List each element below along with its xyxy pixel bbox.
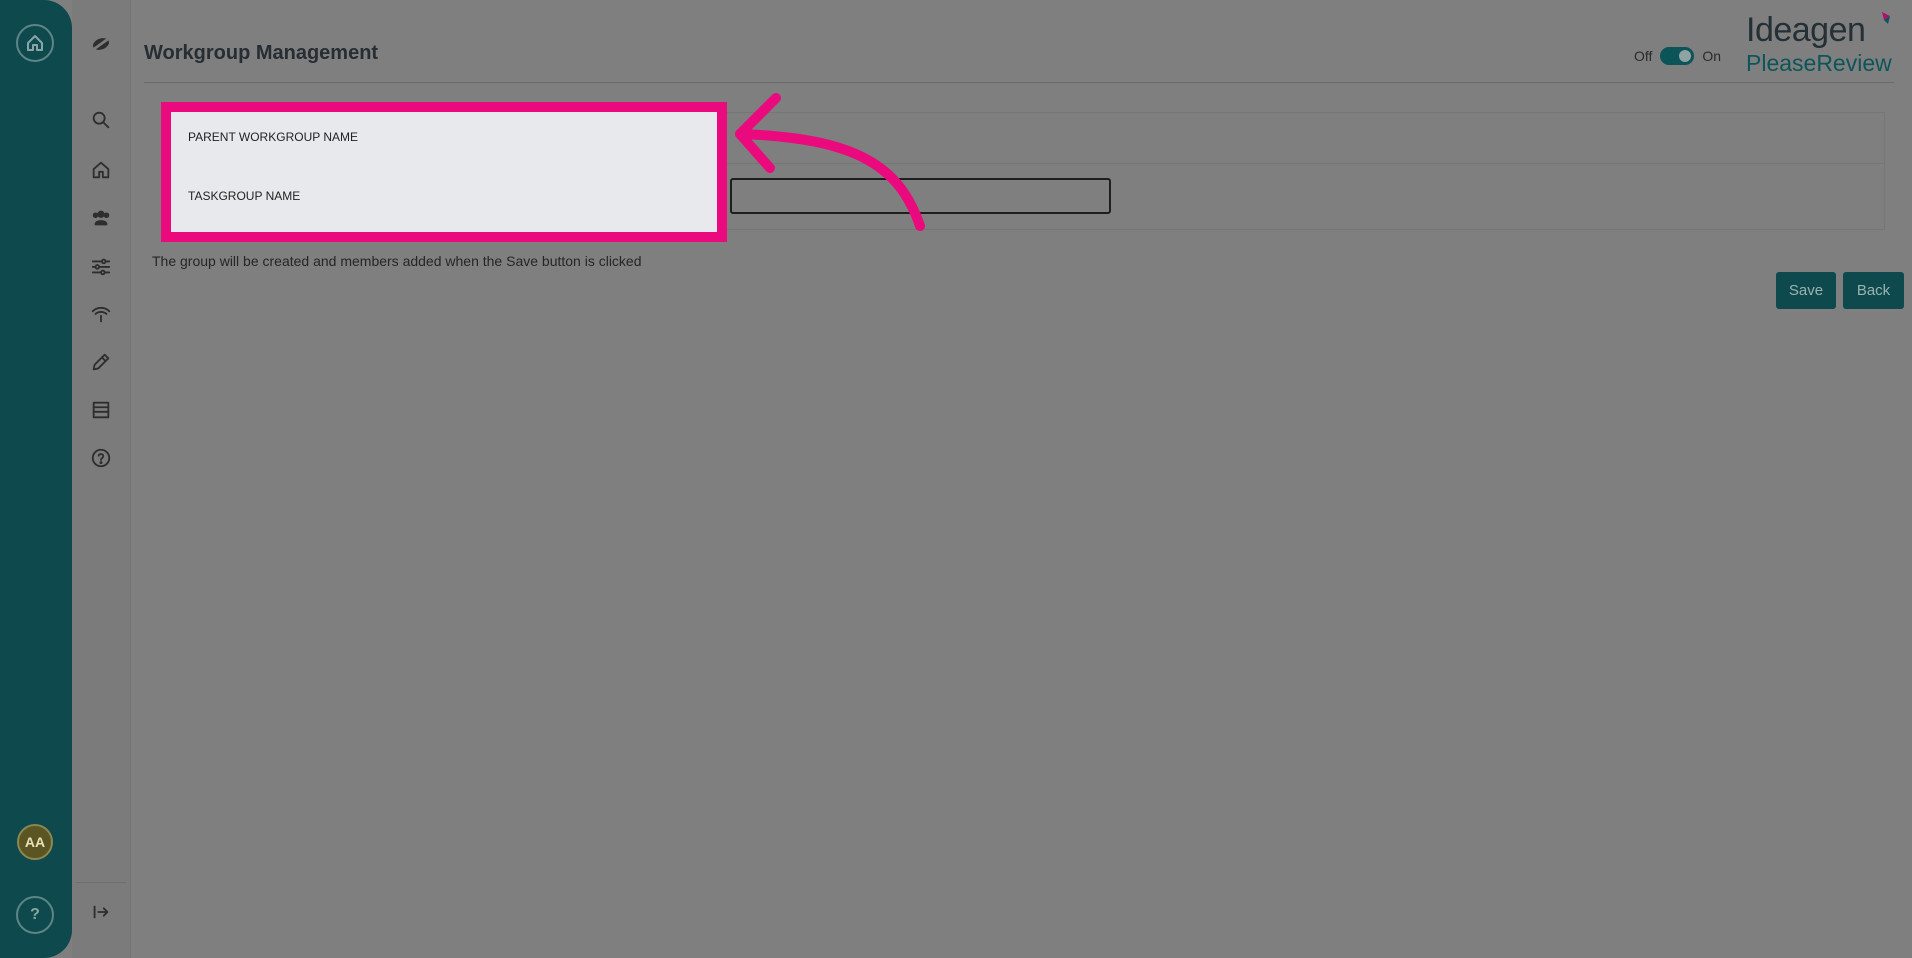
product-name: PleaseReview: [1746, 50, 1892, 76]
help-button[interactable]: ?: [16, 896, 54, 934]
save-info-text: The group will be created and members ad…: [152, 253, 642, 269]
toggle-off-label: Off: [1634, 48, 1653, 64]
logo-icon[interactable]: [87, 30, 115, 58]
brand-logo: Ideagen PleaseReview: [1746, 10, 1896, 76]
brand-mark-icon: [1882, 12, 1890, 24]
view-toggle: Off On: [1634, 47, 1721, 65]
annotation-arrow: [735, 93, 925, 231]
list-icon[interactable]: [87, 396, 115, 424]
toggle-switch[interactable]: [1660, 47, 1695, 65]
parent-workgroup-label: PARENT WORKGROUP NAME: [188, 130, 359, 144]
search-icon[interactable]: [87, 106, 115, 134]
collapse-icon[interactable]: [87, 898, 115, 926]
home-icon[interactable]: [87, 156, 115, 184]
save-button[interactable]: Save: [1776, 272, 1836, 309]
avatar[interactable]: AA: [17, 824, 53, 860]
sliders-icon[interactable]: [87, 252, 115, 280]
pencil-icon[interactable]: [87, 348, 115, 376]
toggle-on-label: On: [1702, 48, 1722, 64]
header-divider: [144, 82, 1894, 83]
back-button[interactable]: Back: [1843, 272, 1904, 309]
home-icon[interactable]: [16, 24, 54, 62]
users-icon[interactable]: [87, 204, 115, 232]
side-nav: [72, 0, 131, 958]
labels-highlight: PARENT WORKGROUP NAME TASKGROUP NAME: [161, 102, 727, 242]
house-glyph: [27, 35, 43, 51]
app-rail: AA ?: [0, 0, 72, 958]
broadcast-icon[interactable]: [87, 300, 115, 328]
page-title: Workgroup Management: [144, 42, 379, 64]
help-icon[interactable]: [87, 444, 115, 472]
nav-divider: [76, 882, 126, 883]
taskgroup-label: TASKGROUP NAME: [188, 189, 301, 203]
